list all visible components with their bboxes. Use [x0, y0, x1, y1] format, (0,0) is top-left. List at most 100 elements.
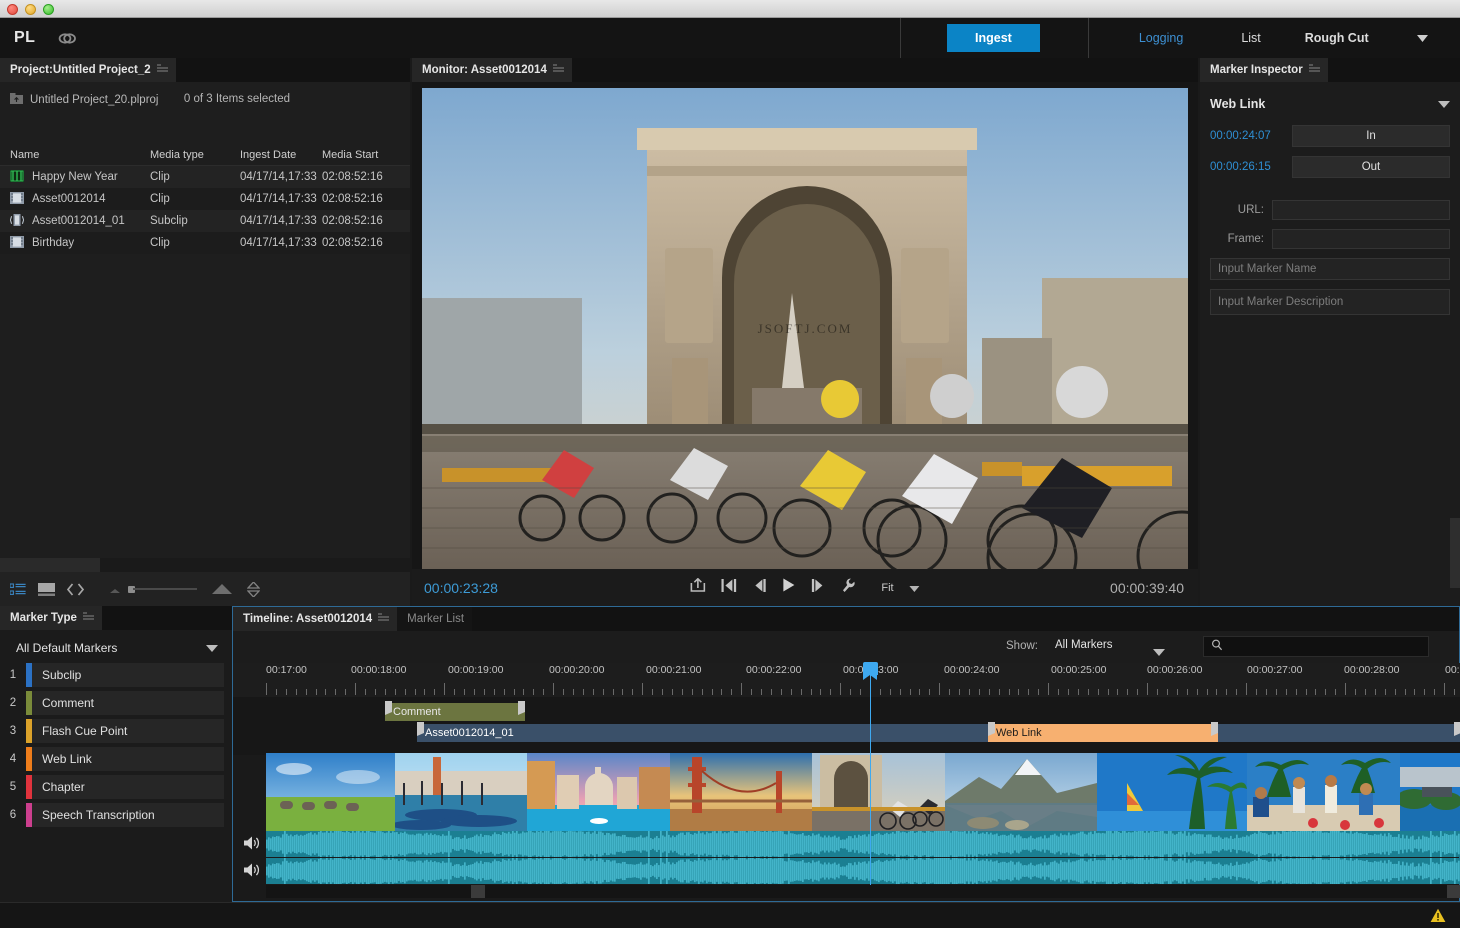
timeline-marker-subclip[interactable]: Asset0012014_01	[417, 724, 1460, 742]
tab-marker-list-label: Marker List	[407, 613, 464, 625]
tab-monitor[interactable]: Monitor: Asset0012014	[412, 58, 572, 82]
export-frame-icon[interactable]	[690, 578, 705, 597]
step-back-icon[interactable]	[752, 579, 766, 597]
project-horizontal-scrollbar[interactable]	[0, 558, 410, 572]
workspace-ingest-button[interactable]: Ingest	[947, 24, 1040, 52]
speaker-icon[interactable]	[243, 835, 260, 856]
marker-type-item-body[interactable]: Web Link	[26, 747, 224, 771]
timeline-ruler[interactable]: 00:17:00 00:00:18:00 00:00:19:00 00:00:2…	[233, 663, 1460, 697]
column-header-media-type[interactable]: Media type	[150, 149, 240, 161]
tab-marker-type-label: Marker Type	[10, 612, 77, 624]
marker-url-input[interactable]	[1272, 200, 1450, 220]
column-header-media-start[interactable]: Media Start	[322, 149, 402, 161]
marker-type-item-body[interactable]: Subclip	[26, 663, 224, 687]
thumbnail-view-icon[interactable]	[38, 583, 55, 596]
monitor-video-preview[interactable]: JSOFTJ.COM	[422, 88, 1188, 569]
step-to-in-icon[interactable]	[721, 579, 736, 597]
timeline-horizontal-scrollbar[interactable]	[266, 885, 1460, 898]
marker-type-item-chapter[interactable]: 5 Chapter	[0, 774, 224, 799]
marker-description-input[interactable]: Input Marker Description	[1210, 289, 1450, 315]
marker-out-timecode[interactable]: 00:00:26:15	[1210, 161, 1292, 173]
workspace-rough-cut-button[interactable]: Rough Cut	[1305, 31, 1369, 45]
column-header-name[interactable]: Name	[0, 149, 150, 161]
chevron-down-icon[interactable]	[1153, 643, 1165, 661]
panel-menu-icon[interactable]	[553, 64, 564, 76]
marker-name-input[interactable]: Input Marker Name	[1210, 258, 1450, 280]
marker-out-button[interactable]: Out	[1292, 156, 1450, 178]
chevron-down-icon[interactable]	[1417, 29, 1428, 47]
panel-menu-icon[interactable]	[157, 64, 168, 76]
slider-track[interactable]	[133, 588, 197, 590]
panel-menu-icon[interactable]	[83, 612, 94, 624]
timeline-audio-track-2[interactable]	[233, 858, 1460, 885]
close-window-button[interactable]	[7, 4, 18, 15]
tab-project[interactable]: Project:Untitled Project_2	[0, 58, 176, 82]
marker-in-timecode[interactable]: 00:00:24:07	[1210, 130, 1292, 142]
chevron-down-icon[interactable]	[206, 641, 218, 655]
chevron-down-icon[interactable]	[910, 579, 920, 597]
workspace-logging-button[interactable]: Logging	[1139, 31, 1184, 45]
settings-wrench-icon[interactable]	[841, 578, 855, 598]
marker-type-item-body[interactable]: Chapter	[26, 775, 224, 799]
workspace-list-button[interactable]: List	[1241, 31, 1260, 45]
scrollbar-thumb[interactable]	[0, 558, 100, 572]
scrollbar-left-grip[interactable]	[471, 885, 485, 898]
sort-icon[interactable]	[247, 582, 260, 597]
marker-type-item-speech-transcription[interactable]: 6 Speech Transcription	[0, 802, 224, 827]
chevron-down-icon[interactable]	[1438, 97, 1450, 111]
marker-in-button[interactable]: In	[1292, 125, 1450, 147]
step-forward-icon[interactable]	[811, 579, 825, 597]
creative-cloud-icon[interactable]	[57, 28, 77, 48]
monitor-current-timecode[interactable]: 00:00:23:28	[424, 580, 498, 596]
marker-type-item-body[interactable]: Flash Cue Point	[26, 719, 224, 743]
window-controls[interactable]	[7, 4, 54, 15]
timeline-search-input[interactable]	[1203, 636, 1429, 657]
marker-type-item-web-link[interactable]: 4 Web Link	[0, 746, 224, 771]
marker-type-item-subclip[interactable]: 1 Subclip	[0, 662, 224, 687]
marker-type-item-body[interactable]: Comment	[26, 691, 224, 715]
tab-marker-list[interactable]: Marker List	[397, 607, 472, 631]
playhead-handle[interactable]	[863, 662, 878, 675]
tab-marker-inspector[interactable]: Marker Inspector	[1200, 58, 1328, 82]
scrollbar-track[interactable]	[266, 885, 1460, 898]
list-view-icon[interactable]	[10, 583, 26, 596]
tab-marker-type[interactable]: Marker Type	[0, 606, 102, 630]
marker-type-item-comment[interactable]: 2 Comment	[0, 690, 224, 715]
show-filter-value[interactable]: All Markers	[1055, 639, 1113, 651]
zoom-slider[interactable]	[128, 586, 197, 593]
scrollbar-right-grip[interactable]	[1447, 885, 1460, 898]
marker-type-item-flash-cue-point[interactable]: 3 Flash Cue Point	[0, 718, 224, 743]
row-type-cell: Clip	[150, 237, 240, 249]
marker-type-item-body[interactable]: Speech Transcription	[26, 803, 224, 827]
play-icon[interactable]	[782, 578, 795, 597]
maximize-window-button[interactable]	[43, 4, 54, 15]
panel-menu-icon[interactable]	[378, 613, 389, 625]
table-row[interactable]: Asset0012014_01 Subclip 04/17/14,17:33 0…	[0, 210, 410, 232]
minimize-window-button[interactable]	[25, 4, 36, 15]
monitor-zoom-level[interactable]: Fit	[881, 582, 893, 594]
column-header-ingest-date[interactable]: Ingest Date	[240, 149, 322, 161]
table-row[interactable]: Happy New Year Clip 04/17/14,17:33 02:08…	[0, 166, 410, 188]
marker-type-filter-select[interactable]: All Default Markers	[8, 637, 224, 659]
warning-triangle-icon[interactable]	[1430, 908, 1446, 928]
timeline-marker-web-link[interactable]: Web Link	[988, 724, 1218, 742]
marker-type-panel: Marker Type All Default Markers 1 Subcli…	[0, 606, 232, 902]
inspector-vertical-scrollbar[interactable]	[1450, 518, 1460, 588]
inspector-body: Web Link 00:00:24:07 In 00:00:26:15 Out …	[1200, 82, 1460, 315]
marker-type-selector[interactable]: Web Link	[1210, 92, 1450, 116]
metadata-view-icon[interactable]	[67, 583, 84, 596]
table-row[interactable]: Asset0012014 Clip 04/17/14,17:33 02:08:5…	[0, 188, 410, 210]
timeline-marker-comment[interactable]: Comment	[385, 703, 525, 721]
speaker-icon[interactable]	[243, 862, 260, 883]
zoom-out-icon[interactable]	[108, 585, 122, 594]
project-file-row[interactable]: Untitled Project_20.plproj	[10, 93, 159, 108]
timeline-video-track[interactable]	[266, 753, 1460, 831]
timeline-audio-track-1[interactable]	[233, 831, 1460, 858]
timeline-playhead[interactable]	[870, 675, 871, 885]
panel-menu-icon[interactable]	[1309, 64, 1320, 76]
tab-timeline[interactable]: Timeline: Asset0012014	[233, 607, 397, 631]
marker-frame-input[interactable]	[1272, 229, 1450, 249]
zoom-in-icon[interactable]	[211, 583, 233, 595]
marker-type-label: Speech Transcription	[42, 808, 155, 822]
table-row[interactable]: Birthday Clip 04/17/14,17:33 02:08:52:16	[0, 232, 410, 254]
